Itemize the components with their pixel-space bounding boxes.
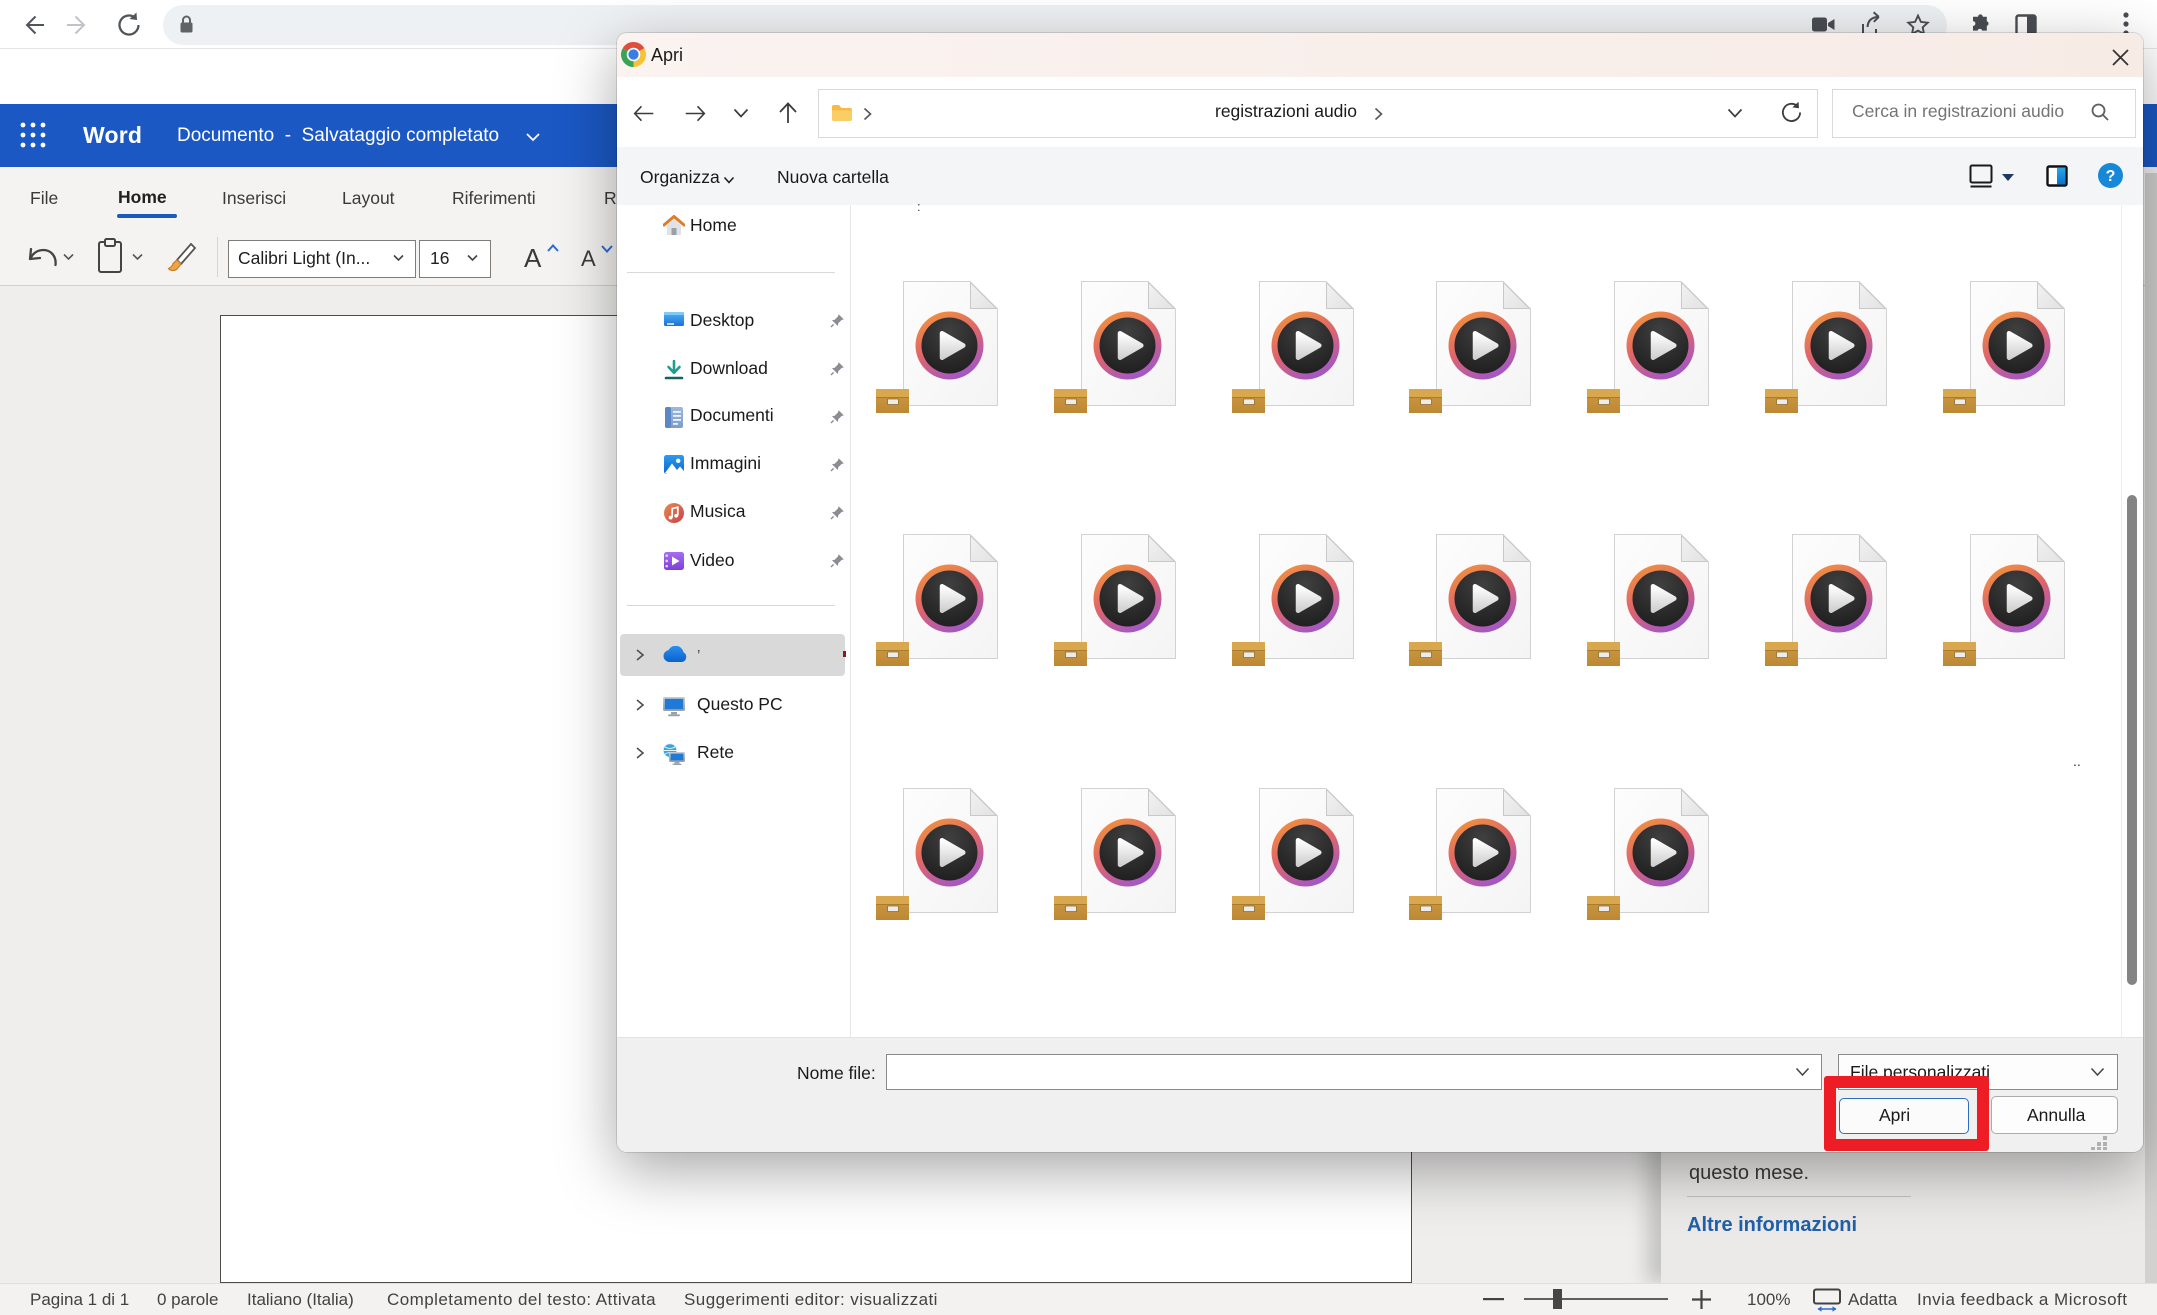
svg-text:?: ? [2106, 168, 2116, 185]
